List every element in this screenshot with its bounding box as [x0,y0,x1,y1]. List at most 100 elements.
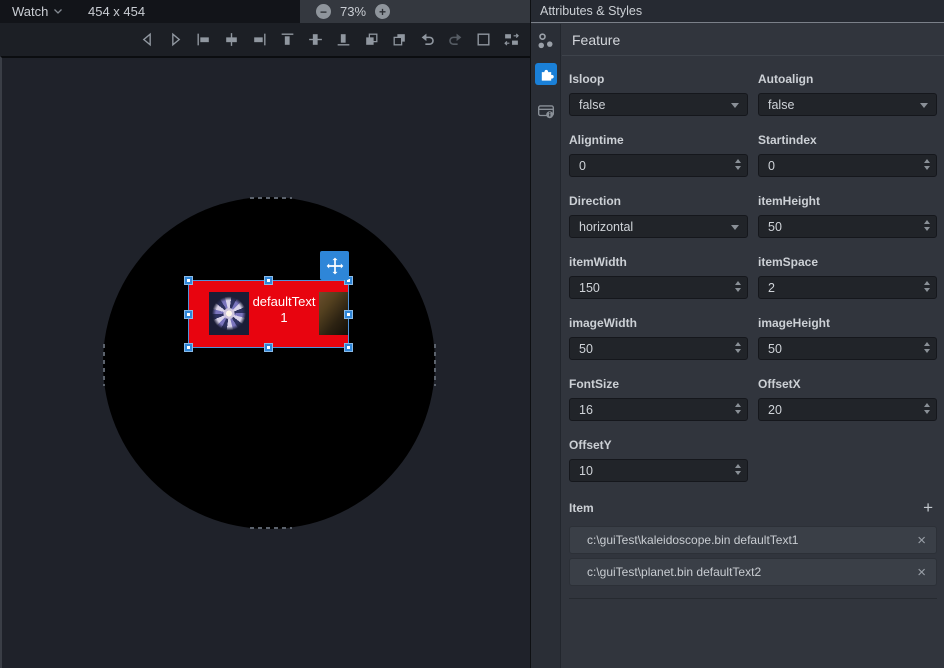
fontsize-input[interactable]: 16 [569,398,748,421]
itemspace-input[interactable]: 2 [758,276,937,299]
send-backward-button[interactable] [390,31,408,49]
decrement-button[interactable] [735,410,741,414]
align-bottom-button[interactable] [334,31,352,49]
item-row-text: c:\guiTest\kaleidoscope.bin defaultText1 [587,533,917,547]
move-handle-button[interactable] [320,251,349,280]
resize-handle-middle-right[interactable] [344,310,353,319]
field-direction: Direction horizontal [569,194,748,238]
add-item-button[interactable]: + [923,499,937,516]
field-label: Autoalign [758,72,937,86]
replace-button[interactable] [502,31,520,49]
decrement-button[interactable] [735,288,741,292]
field-label: OffsetY [569,438,748,452]
increment-button[interactable] [735,342,741,346]
resize-handle-bottom-left[interactable] [184,343,193,352]
field-label: itemSpace [758,255,937,269]
chevron-down-icon [731,103,739,108]
panel-title: Attributes & Styles [531,0,944,23]
increment-button[interactable] [735,281,741,285]
field-itemwidth: itemWidth 150 [569,255,748,299]
align-right-button[interactable] [250,31,268,49]
imagewidth-input[interactable]: 50 [569,337,748,360]
field-autoalign: Autoalign false [758,72,937,116]
offsetx-input[interactable]: 20 [758,398,937,421]
increment-button[interactable] [924,403,930,407]
info-card-tab[interactable] [537,102,555,120]
section-header-feature: Feature [562,24,944,56]
aligntime-input[interactable]: 0 [569,154,748,177]
increment-button[interactable] [735,159,741,163]
offsety-input[interactable]: 10 [569,459,748,482]
kaleidoscope-image [209,292,249,335]
itemheight-input[interactable]: 50 [758,215,937,238]
puzzle-icon [539,67,554,82]
field-label: Aligntime [569,133,748,147]
zoom-out-button[interactable]: − [316,4,331,19]
field-imageheight: imageHeight 50 [758,316,937,360]
app-window: Watch 454 x 454 − 73% + [0,0,944,668]
selection-box-button[interactable] [474,31,492,49]
redo-button[interactable] [446,31,464,49]
guide-dash-top [250,197,292,199]
align-vertical-center-button[interactable] [306,31,324,49]
zoom-in-button[interactable]: + [375,4,390,19]
list-item-text-line2: 1 [248,310,320,326]
decrement-button[interactable] [924,349,930,353]
watch-menu-dropdown[interactable]: Watch [12,0,63,23]
guide-dash-right [434,344,436,386]
startindex-input[interactable]: 0 [758,154,937,177]
field-label: FontSize [569,377,748,391]
attributes-panel: Attributes & Styles Feature Isloop false [530,0,944,668]
resize-handle-bottom-center[interactable] [264,343,273,352]
decrement-button[interactable] [924,288,930,292]
design-canvas[interactable]: defaultText 1 [0,56,530,668]
bring-forward-button[interactable] [362,31,380,49]
resize-handle-bottom-right[interactable] [344,343,353,352]
increment-button[interactable] [924,159,930,163]
increment-button[interactable] [924,220,930,224]
item-list: c:\guiTest\kaleidoscope.bin defaultText1… [569,526,937,586]
increment-button[interactable] [735,403,741,407]
align-left-button[interactable] [194,31,212,49]
decrement-button[interactable] [924,410,930,414]
selected-list-widget[interactable]: defaultText 1 [188,280,349,348]
increment-button[interactable] [924,281,930,285]
field-fontsize: FontSize 16 [569,377,748,421]
undo-button[interactable] [418,31,436,49]
canvas-size-label: 454 x 454 [88,0,145,23]
previous-button[interactable] [138,31,156,49]
align-top-button[interactable] [278,31,296,49]
decrement-button[interactable] [735,166,741,170]
resize-handle-middle-left[interactable] [184,310,193,319]
decrement-button[interactable] [735,349,741,353]
share-nodes-icon [536,31,556,51]
imageheight-input[interactable]: 50 [758,337,937,360]
field-label: itemWidth [569,255,748,269]
feature-plugin-tab[interactable] [535,63,557,85]
itemwidth-input[interactable]: 150 [569,276,748,299]
resize-handle-top-left[interactable] [184,276,193,285]
next-button[interactable] [166,31,184,49]
increment-button[interactable] [924,342,930,346]
decrement-button[interactable] [735,471,741,475]
decrement-button[interactable] [924,166,930,170]
list-item-text-line1: defaultText [248,294,320,310]
remove-item-button[interactable]: × [917,565,926,580]
watch-menu-label: Watch [12,4,48,19]
field-offsetx: OffsetX 20 [758,377,937,421]
align-horizontal-center-button[interactable] [222,31,240,49]
decrement-button[interactable] [924,227,930,231]
isloop-select[interactable]: false [569,93,748,116]
guide-dash-bottom [250,527,292,529]
item-row[interactable]: c:\guiTest\kaleidoscope.bin defaultText1… [569,526,937,554]
resize-handle-top-center[interactable] [264,276,273,285]
direction-select[interactable]: horizontal [569,215,748,238]
autoalign-select[interactable]: false [758,93,937,116]
item-row[interactable]: c:\guiTest\planet.bin defaultText2 × [569,558,937,586]
increment-button[interactable] [735,464,741,468]
move-arrows-icon [325,256,345,276]
field-label: Isloop [569,72,748,86]
field-aligntime: Aligntime 0 [569,133,748,177]
remove-item-button[interactable]: × [917,533,926,548]
property-grid: Isloop false Autoalign false Aligntime [569,72,937,482]
